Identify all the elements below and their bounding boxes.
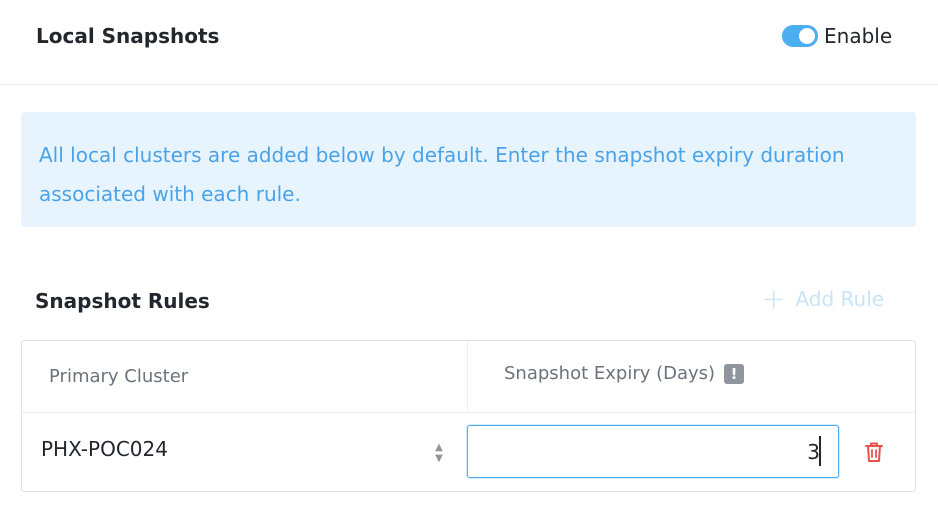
column-header-snapshot-expiry: Snapshot Expiry (Days) ! (504, 363, 745, 384)
snapshot-expiry-input[interactable] (467, 425, 839, 478)
column-header-snapshot-expiry-label: Snapshot Expiry (Days) (504, 363, 716, 384)
toggle-knob (799, 28, 815, 44)
header: Local Snapshots Enable (0, 0, 938, 85)
column-divider (467, 341, 468, 412)
page-title: Local Snapshots (36, 24, 220, 48)
trash-icon[interactable] (863, 440, 885, 464)
sort-arrows-icon[interactable]: ▲ ▼ (433, 442, 445, 470)
column-header-primary-cluster: Primary Cluster (49, 366, 189, 387)
add-rule-button[interactable]: + Add Rule (762, 282, 885, 315)
enable-toggle-label[interactable]: Enable (824, 24, 892, 48)
cluster-select-value[interactable]: PHX-POC024 (41, 437, 168, 461)
enable-toggle[interactable] (782, 25, 818, 47)
table-header-row: Primary Cluster Snapshot Expiry (Days) ! (22, 341, 915, 413)
snapshot-rules-title: Snapshot Rules (35, 289, 210, 313)
text-cursor (819, 436, 821, 466)
snapshot-rules-table: Primary Cluster Snapshot Expiry (Days) !… (21, 340, 916, 492)
plus-icon: + (762, 282, 786, 315)
info-banner: All local clusters are added below by de… (21, 112, 916, 227)
exclamation-icon[interactable]: ! (724, 363, 745, 384)
add-rule-label: Add Rule (795, 287, 885, 311)
info-banner-text: All local clusters are added below by de… (39, 143, 845, 206)
enable-toggle-group[interactable]: Enable (782, 24, 892, 48)
